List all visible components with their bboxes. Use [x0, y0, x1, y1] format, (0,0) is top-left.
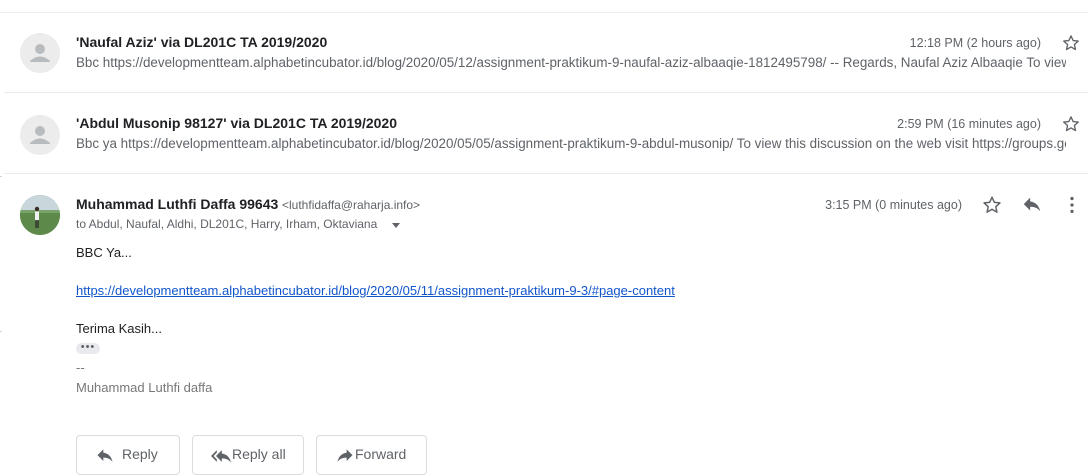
- person-icon: [30, 126, 50, 144]
- profile-photo: [20, 195, 60, 235]
- chevron-down-icon[interactable]: [392, 223, 400, 228]
- signature-dash: --: [76, 360, 85, 375]
- sender-email: <luthfidaffa@raharja.info>: [282, 198, 421, 212]
- recipients: to Abdul, Naufal, Aldhi, DL201C, Harry, …: [76, 217, 378, 231]
- person-icon: [30, 44, 50, 62]
- forward-button[interactable]: Forward: [316, 435, 427, 475]
- reply-icon: [97, 449, 113, 462]
- reply-label: Reply: [122, 446, 158, 462]
- body-link[interactable]: https://developmentteam.alphabetincubato…: [76, 283, 675, 298]
- more-vert-icon[interactable]: [1061, 194, 1083, 216]
- avatar[interactable]: [20, 195, 60, 235]
- message-time: 3:15 PM (0 minutes ago): [825, 198, 962, 212]
- left-edge-mark: [0, 176, 2, 177]
- reply-icon[interactable]: [1021, 194, 1043, 216]
- divider: [4, 173, 1088, 174]
- reply-button[interactable]: Reply: [76, 435, 180, 475]
- forward-icon: [337, 449, 353, 462]
- message-time: 12:18 PM (2 hours ago): [909, 36, 1041, 50]
- divider: [4, 92, 1088, 93]
- collapsed-message[interactable]: 'Abdul Musonip 98127' via DL201C TA 2019…: [0, 94, 1088, 174]
- reply-all-label: Reply all: [232, 446, 286, 462]
- reply-all-button[interactable]: Reply all: [192, 435, 304, 475]
- body-closing: Terima Kasih...: [76, 321, 162, 336]
- star-icon[interactable]: [1061, 33, 1081, 53]
- forward-label: Forward: [355, 446, 407, 462]
- body-greeting: BBC Ya...: [76, 245, 132, 260]
- show-trimmed-content-button[interactable]: •••: [76, 342, 100, 354]
- message-sender: 'Naufal Aziz' via DL201C TA 2019/2020: [76, 34, 328, 50]
- message-sender: 'Abdul Musonip 98127' via DL201C TA 2019…: [76, 115, 398, 131]
- avatar: [20, 33, 60, 73]
- message-snippet: Bbc ya https://developmentteam.alphabeti…: [76, 136, 1066, 151]
- message-snippet: Bbc https://developmentteam.alphabetincu…: [76, 55, 1066, 70]
- message-sender: Muhammad Luthfi Daffa 99643: [76, 196, 279, 212]
- left-edge-mark: [0, 331, 2, 332]
- avatar: [20, 115, 60, 155]
- star-icon[interactable]: [981, 194, 1003, 216]
- message-time: 2:59 PM (16 minutes ago): [897, 117, 1041, 131]
- signature-name: Muhammad Luthfi daffa: [76, 380, 213, 395]
- star-icon[interactable]: [1061, 114, 1081, 134]
- reply-all-icon: [211, 450, 231, 463]
- collapsed-message[interactable]: 'Naufal Aziz' via DL201C TA 2019/2020 Bb…: [0, 13, 1088, 93]
